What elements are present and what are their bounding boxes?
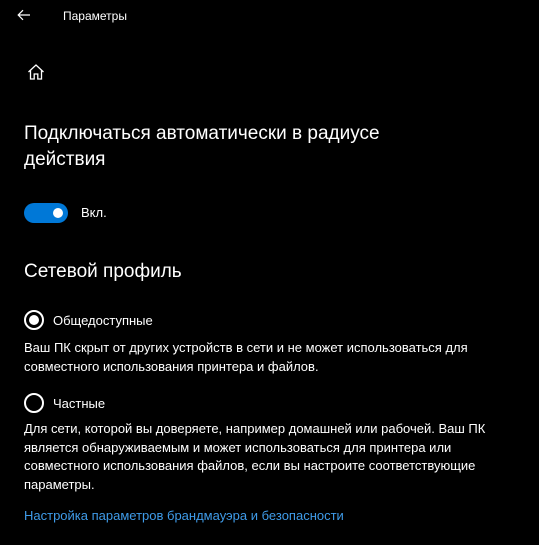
home-icon [28, 64, 44, 80]
radio-public[interactable] [24, 310, 44, 330]
toggle-knob [53, 208, 63, 218]
radio-dot [29, 315, 39, 325]
title-bar: Параметры [0, 0, 539, 32]
network-profile-heading: Сетевой профиль [24, 261, 182, 282]
window-title: Параметры [63, 9, 127, 23]
private-description: Для сети, которой вы доверяете, например… [24, 421, 486, 492]
radio-private-label[interactable]: Частные [53, 396, 105, 412]
settings-window: Параметры Подключаться автоматически в р… [0, 0, 539, 545]
firewall-settings-link[interactable]: Настройка параметров брандмауэра и безоп… [24, 507, 344, 525]
back-arrow-icon [17, 9, 30, 21]
auto-connect-heading: Подключаться автоматически в радиусе дей… [24, 123, 380, 170]
radio-public-label[interactable]: Общедоступные [53, 313, 153, 329]
back-button[interactable] [8, 2, 40, 28]
public-description: Ваш ПК скрыт от других устройств в сети … [24, 340, 468, 374]
radio-private[interactable] [24, 393, 44, 413]
auto-connect-toggle[interactable] [24, 203, 68, 223]
toggle-state-label: Вкл. [81, 205, 107, 220]
home-button[interactable] [24, 60, 48, 84]
